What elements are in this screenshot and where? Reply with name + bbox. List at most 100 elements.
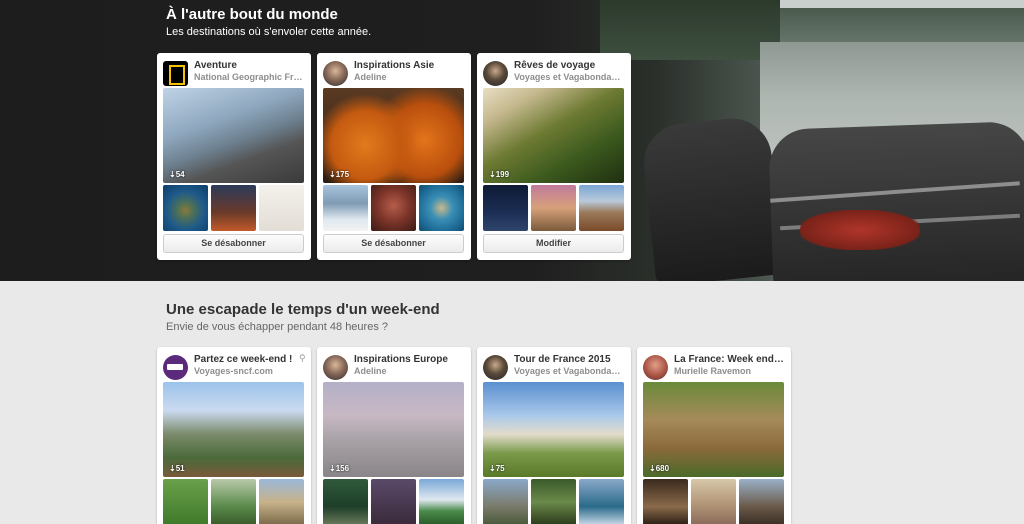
board-thumbnail[interactable] [531,185,576,231]
pin-icon: ⇣ [329,464,336,473]
board-header[interactable]: Rêves de voyage Voyages et Vagabondages [483,59,625,87]
board-thumbnails [163,479,304,524]
owner-avatar[interactable] [483,61,508,86]
board-header[interactable]: Inspirations Asie Adeline [323,59,465,87]
pin-count-value: 175 [335,170,350,179]
board-card-la-france-week-end[interactable]: La France: Week end… Murielle Ravemon ⇣6… [637,347,791,524]
board-thumbnails [163,185,304,231]
board-cover-image[interactable]: ⇣51 [163,382,304,477]
hero-canoe-life-jacket [800,210,920,250]
edit-button[interactable]: Modifier [483,234,624,253]
board-owner[interactable]: National Geographic France [194,72,304,82]
board-name[interactable]: La France: Week end… [674,354,784,365]
board-card-reves-de-voyage[interactable]: Rêves de voyage Voyages et Vagabondages … [477,53,631,260]
board-card-partez-ce-week-end[interactable]: Partez ce week-end ! Voyages-sncf.com ⚲ … [157,347,311,524]
pin-count-value: 54 [175,170,185,179]
board-cover-image[interactable]: ⇣680 [643,382,784,477]
board-thumbnail[interactable] [691,479,736,524]
hero-canoe-left [640,114,785,281]
board-cover-image[interactable]: ⇣175 [323,88,464,183]
unfollow-button[interactable]: Se désabonner [323,234,464,253]
owner-avatar[interactable] [163,61,188,86]
board-header[interactable]: La France: Week end… Murielle Ravemon [643,353,785,381]
board-owner[interactable]: Voyages et Vagabondages [514,366,624,376]
board-thumbnail[interactable] [323,185,368,231]
board-thumbnail[interactable] [531,479,576,524]
board-thumbnail[interactable] [163,479,208,524]
board-name[interactable]: Partez ce week-end ! [194,354,304,365]
board-thumbnail[interactable] [419,185,464,231]
board-header[interactable]: Tour de France 2015 Voyages et Vagabonda… [483,353,625,381]
board-owner[interactable]: Adeline [354,72,464,82]
owner-avatar[interactable] [163,355,188,380]
board-thumbnail[interactable] [483,185,528,231]
pin-count: ⇣54 [169,170,185,179]
board-owner[interactable]: Adeline [354,366,464,376]
board-thumbnail[interactable] [211,479,256,524]
board-owner[interactable]: Voyages et Vagabondages [514,72,624,82]
owner-avatar[interactable] [323,355,348,380]
pin-icon: ⇣ [329,170,336,179]
hero-canoe-right [768,120,1024,281]
board-header[interactable]: Inspirations Europe Adeline [323,353,465,381]
pin-marker-icon: ⚲ [299,353,306,363]
board-thumbnail[interactable] [371,185,416,231]
board-cover-image[interactable]: ⇣156 [323,382,464,477]
owner-avatar[interactable] [323,61,348,86]
board-thumbnail[interactable] [483,479,528,524]
board-thumbnails [643,479,784,524]
board-thumbnail[interactable] [163,185,208,231]
board-thumbnails [323,479,464,524]
pin-count-value: 51 [175,464,185,473]
board-thumbnails [323,185,464,231]
board-cover-image[interactable]: ⇣199 [483,88,624,183]
pin-count: ⇣156 [329,464,349,473]
owner-avatar[interactable] [483,355,508,380]
pin-count: ⇣680 [649,464,669,473]
board-header[interactable]: Partez ce week-end ! Voyages-sncf.com ⚲ [163,353,306,381]
pin-icon: ⇣ [489,464,496,473]
pin-count: ⇣199 [489,170,509,179]
board-cover-image[interactable]: ⇣75 [483,382,624,477]
board-name[interactable]: Inspirations Asie [354,60,464,71]
board-name[interactable]: Inspirations Europe [354,354,464,365]
board-thumbnail[interactable] [643,479,688,524]
board-card-inspirations-asie[interactable]: Inspirations Asie Adeline ⇣175 Se désabo… [317,53,471,260]
board-card-inspirations-europe[interactable]: Inspirations Europe Adeline ⇣156 [317,347,471,524]
board-card-aventure[interactable]: Aventure National Geographic France ⇣54 … [157,53,311,260]
pin-count: ⇣75 [489,464,505,473]
board-thumbnail[interactable] [579,185,624,231]
hero-treeline [780,8,1024,42]
pin-icon: ⇣ [169,464,176,473]
board-thumbnail[interactable] [371,479,416,524]
section-title-world: À l'autre bout du monde [166,6,338,23]
board-thumbnail[interactable] [259,185,304,231]
board-thumbnail[interactable] [259,479,304,524]
section-title-weekend: Une escapade le temps d'un week-end [166,301,440,318]
board-thumbnails [483,185,624,231]
board-card-tour-de-france-2015[interactable]: Tour de France 2015 Voyages et Vagabonda… [477,347,631,524]
board-thumbnail[interactable] [211,185,256,231]
section-subtitle-world: Les destinations où s'envoler cette anné… [166,26,372,38]
board-name[interactable]: Aventure [194,60,304,71]
board-cover-image[interactable]: ⇣54 [163,88,304,183]
pin-count: ⇣175 [329,170,349,179]
board-owner[interactable]: Voyages-sncf.com [194,366,304,376]
pin-icon: ⇣ [169,170,176,179]
board-thumbnail[interactable] [739,479,784,524]
section-subtitle-weekend: Envie de vous échapper pendant 48 heures… [166,321,388,333]
board-thumbnail[interactable] [579,479,624,524]
board-owner[interactable]: Murielle Ravemon [674,366,784,376]
board-name[interactable]: Tour de France 2015 [514,354,624,365]
pin-count-value: 680 [655,464,670,473]
pin-count-value: 156 [335,464,350,473]
unfollow-button[interactable]: Se désabonner [163,234,304,253]
board-header[interactable]: Aventure National Geographic France [163,59,305,87]
pin-count-value: 199 [495,170,510,179]
board-thumbnail[interactable] [323,479,368,524]
board-thumbnail[interactable] [419,479,464,524]
board-thumbnails [483,479,624,524]
board-name[interactable]: Rêves de voyage [514,60,624,71]
owner-avatar[interactable] [643,355,668,380]
pin-count: ⇣51 [169,464,185,473]
